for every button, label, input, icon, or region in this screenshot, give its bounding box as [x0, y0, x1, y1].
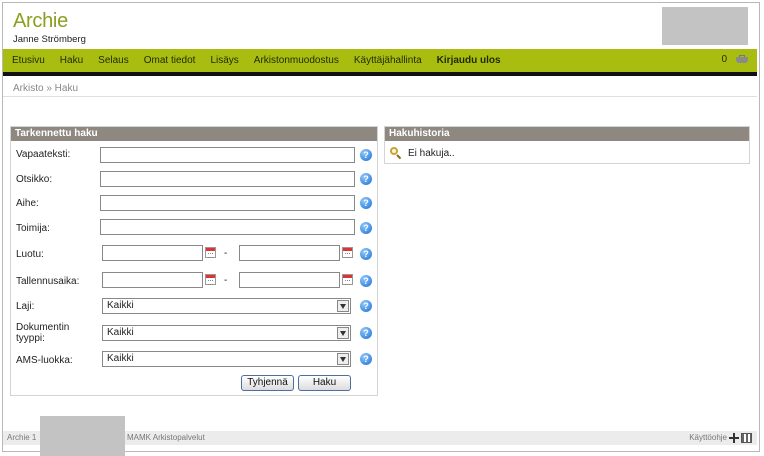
label-tallennusaika: Tallennusaika: — [16, 276, 80, 287]
footer-version: Archie 1 — [7, 433, 37, 442]
footer-placeholder-box — [40, 416, 125, 456]
ams-luokka-select-value: Kaikki — [107, 353, 134, 364]
chevron-down-icon[interactable] — [337, 327, 349, 339]
nav-item-kayttajahallinta[interactable]: Käyttäjähallinta — [354, 55, 422, 66]
luotu-from-input[interactable] — [102, 245, 203, 261]
luotu-to-input[interactable] — [239, 245, 340, 261]
label-otsikko: Otsikko: — [16, 174, 53, 185]
search-button[interactable]: Haku — [298, 375, 351, 391]
nav-item-etusivu[interactable]: Etusivu — [12, 55, 45, 66]
history-empty-text: Ei hakuja.. — [408, 147, 455, 159]
help-link[interactable]: Käyttöohje — [689, 433, 727, 442]
tallennusaika-to-input[interactable] — [239, 272, 340, 288]
logout-link[interactable]: Kirjaudu ulos — [437, 55, 501, 66]
breadcrumb: Arkisto » Haku — [13, 83, 79, 94]
label-toimija: Toimija: — [16, 223, 50, 234]
chevron-down-icon[interactable] — [337, 353, 349, 365]
search-history-panel: Hakuhistoria Ei hakuja.. — [384, 126, 750, 164]
cart-count: 0 — [721, 54, 727, 65]
main-navigation: Etusivu Haku Selaus Omat tiedot Lisäys A… — [3, 49, 757, 72]
tallennusaika-from-input[interactable] — [102, 272, 203, 288]
advanced-search-panel: Tarkennettu haku Vapaateksti: ? Otsikko:… — [10, 126, 378, 396]
help-icon[interactable]: ? — [360, 222, 372, 234]
clear-button[interactable]: Tyhjennä — [241, 375, 294, 391]
cart-area[interactable]: 0 — [721, 54, 749, 65]
vapaateksti-input[interactable] — [100, 147, 355, 163]
label-luotu: Luotu: — [16, 249, 44, 260]
label-aihe: Aihe: — [16, 198, 39, 209]
magnifier-icon — [390, 147, 402, 160]
toimija-input[interactable] — [100, 219, 355, 235]
label-laji: Laji: — [16, 301, 35, 312]
help-icon[interactable]: ? — [360, 197, 372, 209]
nav-item-arkistonmuodostus[interactable]: Arkistonmuodostus — [254, 55, 339, 66]
divider — [3, 96, 757, 97]
nav-item-omat-tiedot[interactable]: Omat tiedot — [144, 55, 196, 66]
help-icon[interactable]: ? — [360, 275, 372, 287]
nav-item-lisays[interactable]: Lisäys — [210, 55, 238, 66]
advanced-search-title: Tarkennettu haku — [11, 127, 377, 141]
label-ams-luokka: AMS-luokka: — [16, 355, 73, 366]
help-icon[interactable]: ? — [360, 173, 372, 185]
help-icon[interactable]: ? — [360, 149, 372, 161]
calendar-icon[interactable] — [205, 247, 216, 258]
otsikko-input[interactable] — [100, 171, 355, 187]
user-name: Janne Strömberg — [13, 34, 86, 45]
calendar-icon[interactable] — [342, 247, 353, 258]
app-title: Archie — [13, 10, 68, 32]
help-icon[interactable]: ? — [360, 327, 372, 339]
aihe-input[interactable] — [100, 195, 355, 211]
dokumentin-tyyppi-select-value: Kaikki — [107, 327, 134, 338]
nav-item-selaus[interactable]: Selaus — [98, 55, 129, 66]
header-placeholder-box — [662, 7, 748, 45]
basket-icon[interactable] — [735, 54, 749, 65]
help-icon[interactable]: ? — [360, 248, 372, 260]
nav-underline — [3, 72, 757, 76]
ams-luokka-select[interactable]: Kaikki — [102, 351, 351, 367]
dokumentin-tyyppi-select[interactable]: Kaikki — [102, 325, 351, 341]
laji-select-value: Kaikki — [107, 300, 134, 311]
calendar-icon[interactable] — [342, 274, 353, 285]
help-icon[interactable]: ? — [360, 300, 372, 312]
range-separator: - — [224, 248, 228, 259]
label-dokumentin-tyyppi: Dokumentin tyyppi: — [16, 322, 70, 344]
footer-organization: MAMK Arkistopalvelut — [127, 433, 205, 442]
label-vapaateksti: Vapaateksti: — [16, 149, 71, 160]
grid-icon[interactable] — [741, 433, 752, 443]
nav-item-haku[interactable]: Haku — [60, 55, 83, 66]
help-icon[interactable]: ? — [360, 353, 372, 365]
history-empty-row: Ei hakuja.. — [390, 147, 455, 160]
chevron-down-icon[interactable] — [337, 300, 349, 312]
laji-select[interactable]: Kaikki — [102, 298, 351, 314]
calendar-icon[interactable] — [205, 274, 216, 285]
plus-icon[interactable] — [729, 433, 739, 443]
search-history-title: Hakuhistoria — [385, 127, 749, 141]
range-separator: - — [224, 275, 228, 286]
